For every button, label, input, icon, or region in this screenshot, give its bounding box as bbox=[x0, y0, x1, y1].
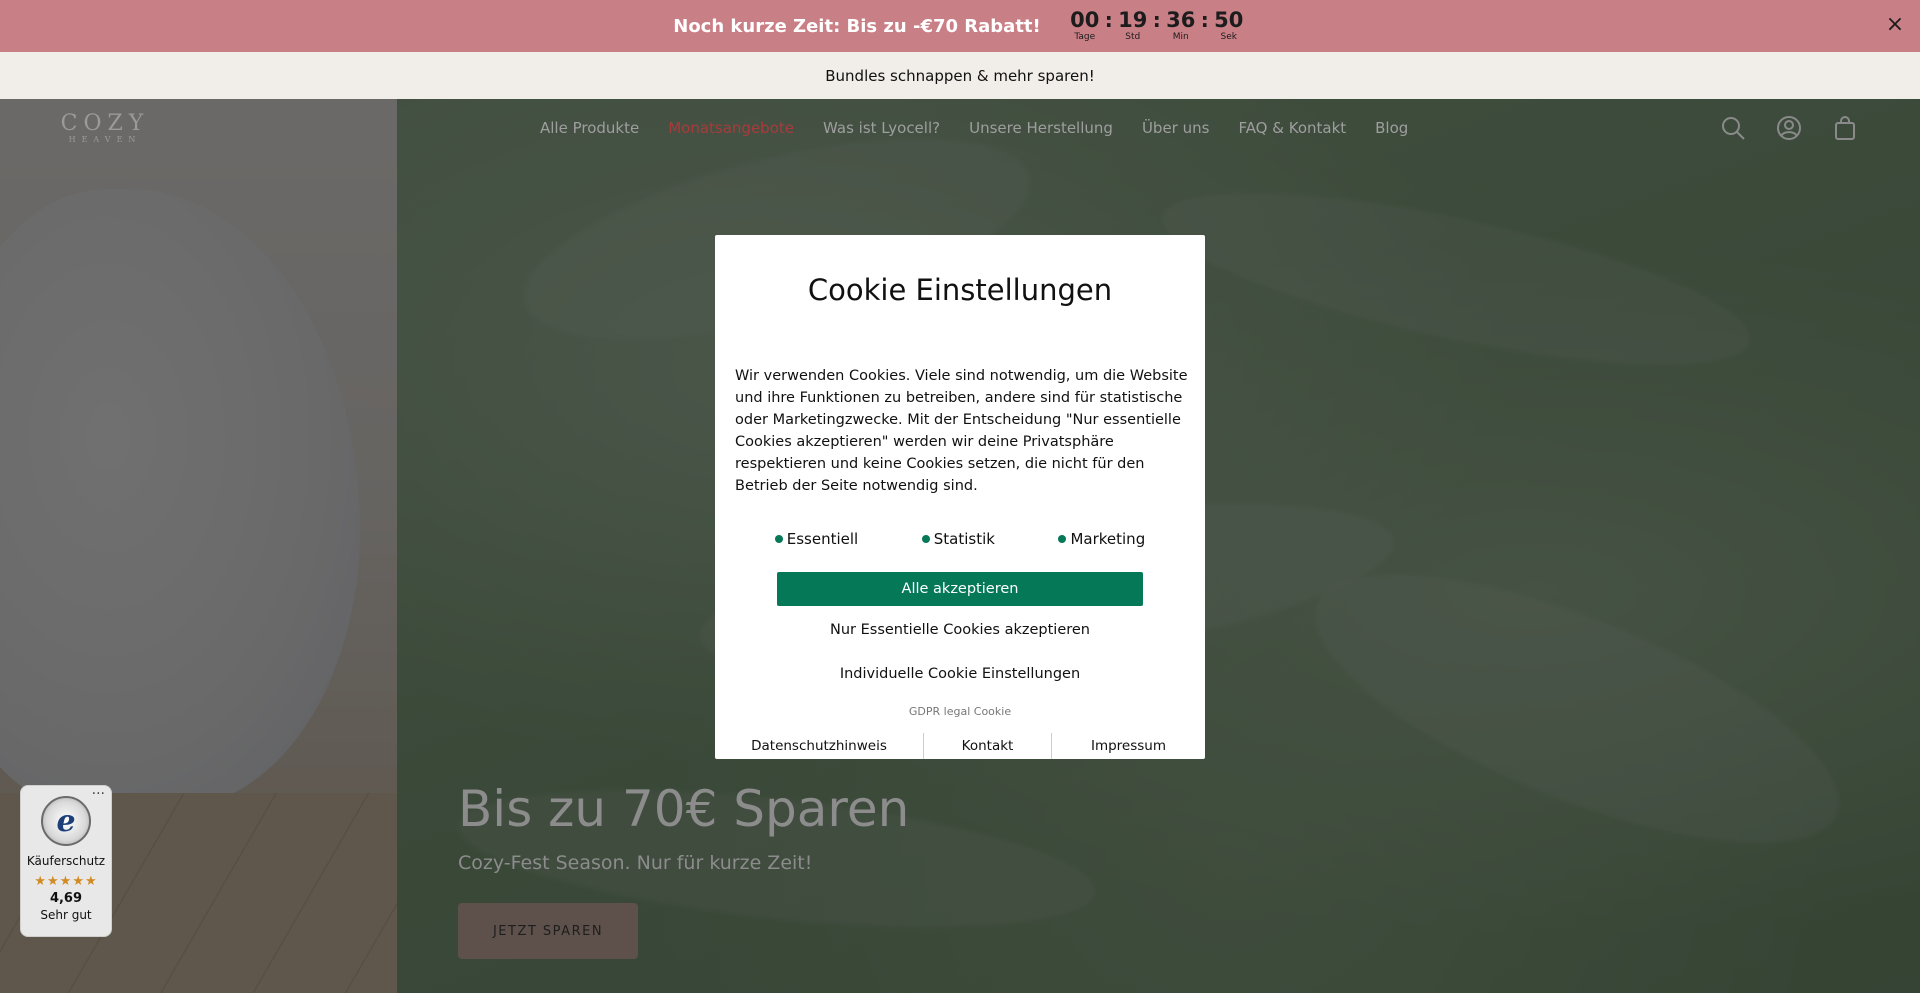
nav-item-alle-produkte[interactable]: Alle Produkte bbox=[540, 119, 639, 137]
site-header: COZY HEAVEN Alle Produkte Monatsangebote… bbox=[0, 99, 1920, 159]
nav-item-ueber-uns[interactable]: Über uns bbox=[1142, 119, 1210, 137]
countdown-minutes-label: Min bbox=[1172, 32, 1189, 42]
accept-all-button[interactable]: Alle akzeptieren bbox=[777, 572, 1143, 606]
nav-item-faq-kontakt[interactable]: FAQ & Kontakt bbox=[1238, 119, 1346, 137]
cookie-toggle-marketing[interactable]: Marketing bbox=[1058, 530, 1145, 548]
nav-item-blog[interactable]: Blog bbox=[1375, 119, 1408, 137]
cookie-toggle-label: Marketing bbox=[1070, 530, 1146, 548]
privacy-link[interactable]: Datenschutzhinweis bbox=[715, 733, 924, 759]
trust-badge-label: Käuferschutz bbox=[26, 854, 106, 868]
countdown-days-label: Tage bbox=[1074, 32, 1096, 42]
more-options-icon[interactable]: ··· bbox=[92, 786, 105, 802]
countdown-minutes: 36 Min bbox=[1163, 9, 1199, 43]
toggle-dot-icon bbox=[774, 535, 783, 543]
seal-letter: e bbox=[56, 803, 76, 839]
cookie-toggle-statistik[interactable]: Statistik bbox=[921, 530, 995, 548]
main-nav: Alle Produkte Monatsangebote Was ist Lyo… bbox=[540, 119, 1408, 137]
sub-announcement-bar: Bundles schnappen & mehr sparen! bbox=[0, 52, 1920, 99]
countdown-hours-label: Std bbox=[1125, 32, 1141, 42]
countdown-separator: : bbox=[1152, 8, 1161, 32]
logo-wordmark: COZY bbox=[60, 111, 150, 136]
accept-essential-button[interactable]: Nur Essentielle Cookies akzeptieren bbox=[715, 622, 1205, 638]
countdown-timer: 00 Tage : 19 Std : 36 Min : 50 Sek bbox=[1067, 9, 1247, 43]
cart-icon[interactable] bbox=[1832, 115, 1858, 141]
cookie-modal: Cookie Einstellungen Wir verwenden Cooki… bbox=[715, 235, 1205, 759]
header-icons bbox=[1720, 115, 1858, 141]
countdown-separator: : bbox=[1104, 8, 1113, 32]
trust-badge[interactable]: ··· e Käuferschutz ★★★★★ 4,69 Sehr gut bbox=[20, 785, 112, 937]
promo-text: Noch kurze Zeit: Bis zu -€70 Rabatt! bbox=[673, 15, 1041, 37]
countdown-minutes-value: 36 bbox=[1166, 8, 1196, 32]
countdown-seconds-value: 50 bbox=[1214, 8, 1244, 32]
trusted-shops-seal-icon: e bbox=[41, 796, 91, 846]
promo-bar: Noch kurze Zeit: Bis zu -€70 Rabatt! 00 … bbox=[0, 0, 1920, 52]
countdown-days: 00 Tage bbox=[1067, 9, 1103, 43]
gdpr-credit: GDPR legal Cookie bbox=[908, 705, 1012, 718]
countdown-separator: : bbox=[1200, 8, 1209, 32]
countdown-hours: 19 Std bbox=[1115, 9, 1151, 43]
hero-cta-button[interactable]: JETZT SPAREN bbox=[458, 903, 638, 959]
toggle-dot-icon bbox=[921, 535, 930, 543]
cookie-modal-text: Wir verwenden Cookies. Viele sind notwen… bbox=[735, 368, 1188, 494]
cookie-modal-title: Cookie Einstellungen bbox=[807, 273, 1113, 307]
countdown-seconds: 50 Sek bbox=[1211, 9, 1247, 43]
countdown-days-value: 00 bbox=[1070, 8, 1100, 32]
cookie-toggle-label: Statistik bbox=[933, 530, 995, 548]
countdown-hours-value: 19 bbox=[1118, 8, 1148, 32]
hero-title: Bis zu 70€ Sparen bbox=[458, 780, 910, 838]
cookie-categories: Essentiell Statistik Marketing bbox=[715, 530, 1205, 548]
site-logo[interactable]: COZY HEAVEN bbox=[60, 113, 150, 145]
rating-score: 4,69 bbox=[49, 891, 83, 906]
close-icon[interactable]: × bbox=[1884, 14, 1906, 36]
contact-link[interactable]: Kontakt bbox=[924, 733, 1052, 759]
toggle-dot-icon bbox=[1058, 535, 1067, 543]
imprint-link[interactable]: Impressum bbox=[1052, 733, 1205, 759]
hero-subtitle: Cozy-Fest Season. Nur für kurze Zeit! bbox=[458, 852, 813, 874]
nav-item-monatsangebote[interactable]: Monatsangebote bbox=[668, 119, 794, 137]
search-icon[interactable] bbox=[1720, 115, 1746, 141]
cookie-toggle-label: Essentiell bbox=[786, 530, 859, 548]
nav-item-herstellung[interactable]: Unsere Herstellung bbox=[969, 119, 1113, 137]
cookie-modal-links: Datenschutzhinweis Kontakt Impressum bbox=[715, 733, 1205, 759]
sub-announcement-text: Bundles schnappen & mehr sparen! bbox=[825, 66, 1095, 85]
logo-subtitle: HEAVEN bbox=[68, 135, 142, 144]
rating-stars: ★★★★★ bbox=[34, 874, 98, 889]
account-icon[interactable] bbox=[1776, 115, 1802, 141]
individual-settings-button[interactable]: Individuelle Cookie Einstellungen bbox=[715, 666, 1205, 682]
cookie-toggle-essentiell[interactable]: Essentiell bbox=[774, 530, 859, 548]
nav-item-lyocell[interactable]: Was ist Lyocell? bbox=[823, 119, 940, 137]
rating-grade: Sehr gut bbox=[40, 908, 92, 922]
countdown-seconds-label: Sek bbox=[1220, 32, 1237, 42]
